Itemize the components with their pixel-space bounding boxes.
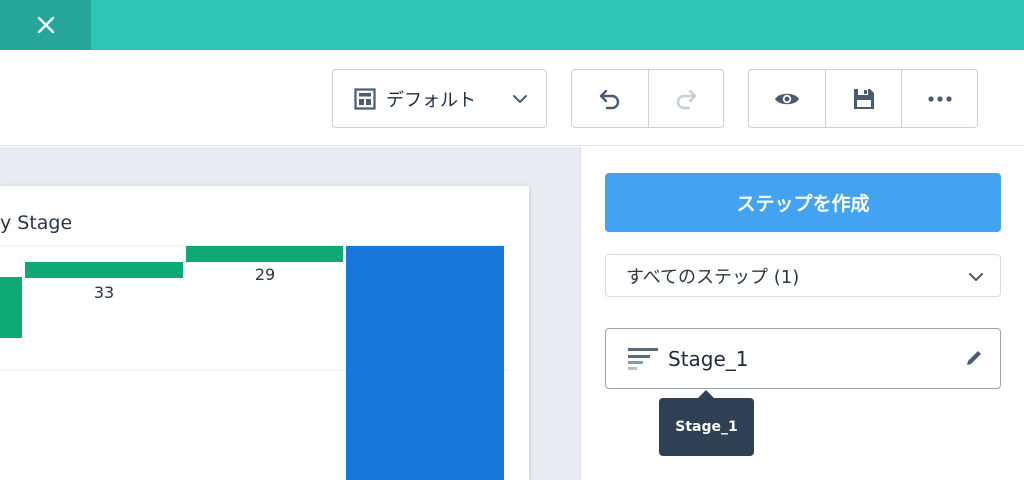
edit-icon[interactable]	[964, 348, 984, 368]
steps-filter-label: すべてのステップ (1)	[626, 266, 800, 288]
layout-dropdown[interactable]: デフォルト	[332, 69, 547, 128]
save-icon	[853, 88, 874, 109]
step-tooltip: Stage_1	[659, 398, 754, 456]
redo-icon	[676, 89, 696, 109]
eye-icon	[775, 93, 799, 104]
tooltip-arrow	[698, 390, 714, 398]
chart-title: y Stage	[0, 212, 73, 234]
chart-bar[interactable]	[346, 246, 504, 480]
actions-group	[748, 69, 978, 128]
chart-plot: 33 29	[0, 245, 510, 480]
step-item[interactable]: Stage_1	[605, 328, 1001, 389]
redo-button[interactable]	[647, 70, 724, 127]
chart-bar[interactable]	[186, 246, 343, 262]
chevron-down-icon	[969, 273, 983, 281]
history-group	[571, 69, 724, 128]
filter-lines-icon	[628, 347, 658, 370]
data-label: 33	[94, 283, 114, 302]
layout-dropdown-label: デフォルト	[386, 89, 476, 111]
close-icon	[37, 16, 54, 34]
chart-bar[interactable]	[25, 262, 183, 278]
data-label: 29	[255, 265, 275, 284]
preview-button[interactable]	[749, 70, 825, 127]
more-icon	[927, 95, 952, 102]
chevron-down-icon	[513, 95, 527, 103]
more-button[interactable]	[901, 70, 977, 127]
layout-icon	[354, 87, 376, 110]
save-button[interactable]	[825, 70, 901, 127]
step-name: Stage_1	[668, 346, 749, 371]
create-step-button[interactable]: ステップを作成	[605, 173, 1001, 232]
undo-icon	[599, 89, 619, 109]
close-button[interactable]	[0, 0, 91, 50]
top-bar	[0, 0, 1024, 50]
steps-filter-dropdown[interactable]: すべてのステップ (1)	[605, 254, 1001, 297]
chart-bar[interactable]	[0, 277, 22, 338]
undo-button[interactable]	[572, 70, 648, 127]
